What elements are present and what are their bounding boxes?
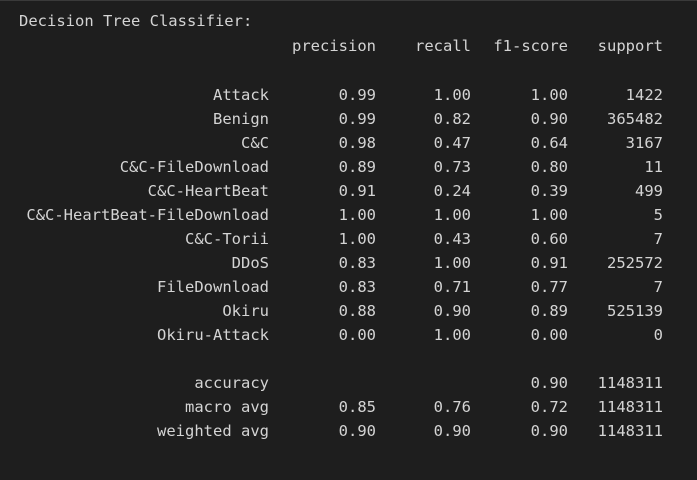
class-label: DDoS [231,254,269,272]
table-row: Attack 0.99 1.00 1.00 1422 [0,83,697,107]
support-value: 252572 [607,254,663,272]
macro-avg-f1: 0.72 [530,398,568,416]
support-value: 1422 [625,86,663,104]
f1-value: 0.64 [530,134,568,152]
weighted-avg-precision: 0.90 [338,422,376,440]
precision-value: 0.99 [338,110,376,128]
class-label: C&C-HeartBeat-FileDownload [26,206,269,224]
f1-value: 1.00 [530,206,568,224]
recall-value: 1.00 [433,86,471,104]
macro-avg-support: 1148311 [597,398,663,416]
weighted-avg-f1: 0.90 [530,422,568,440]
macro-avg-row: macro avg 0.85 0.76 0.72 1148311 [0,395,697,419]
weighted-avg-label: weighted avg [157,422,269,440]
table-row: FileDownload 0.83 0.71 0.77 7 [0,275,697,299]
weighted-avg-row: weighted avg 0.90 0.90 0.90 1148311 [0,419,697,443]
notebook-output-cell: Decision Tree Classifier: precision reca… [0,0,697,480]
recall-value: 0.82 [433,110,471,128]
macro-avg-recall: 0.76 [433,398,471,416]
support-value: 7 [653,230,663,248]
class-label: Okiru-Attack [157,326,269,344]
f1-value: 0.00 [530,326,568,344]
recall-value: 1.00 [433,206,471,224]
precision-value: 0.91 [338,182,376,200]
recall-value: 1.00 [433,254,471,272]
table-row: Benign 0.99 0.82 0.90 365482 [0,107,697,131]
precision-value: 0.89 [338,158,376,176]
f1-value: 0.91 [530,254,568,272]
accuracy-support-value: 1148311 [597,374,663,392]
precision-value: 0.83 [338,278,376,296]
header-precision: precision [292,37,376,55]
report-title: Decision Tree Classifier: [19,12,253,30]
recall-value: 1.00 [433,326,471,344]
class-label: Okiru [222,302,269,320]
support-value: 7 [653,278,663,296]
table-row: C&C-HeartBeat-FileDownload 1.00 1.00 1.0… [0,203,697,227]
f1-value: 0.90 [530,110,568,128]
table-row: Okiru-Attack 0.00 1.00 0.00 0 [0,323,697,347]
macro-avg-label: macro avg [185,398,269,416]
accuracy-row: accuracy 0.90 1148311 [0,371,697,395]
recall-value: 0.73 [433,158,471,176]
table-row: C&C 0.98 0.47 0.64 3167 [0,131,697,155]
class-label: C&C-FileDownload [119,158,269,176]
precision-value: 1.00 [338,230,376,248]
weighted-avg-support: 1148311 [597,422,663,440]
class-label: C&C [241,134,269,152]
weighted-avg-recall: 0.90 [433,422,471,440]
accuracy-label: accuracy [194,374,269,392]
precision-value: 0.88 [338,302,376,320]
support-value: 525139 [607,302,663,320]
f1-value: 0.89 [530,302,568,320]
precision-value: 0.83 [338,254,376,272]
recall-value: 0.43 [433,230,471,248]
table-row: DDoS 0.83 1.00 0.91 252572 [0,251,697,275]
recall-value: 0.71 [433,278,471,296]
table-row: C&C-HeartBeat 0.91 0.24 0.39 499 [0,179,697,203]
class-label: FileDownload [157,278,269,296]
f1-value: 0.39 [530,182,568,200]
support-value: 499 [635,182,663,200]
support-value: 11 [644,158,663,176]
support-value: 365482 [607,110,663,128]
precision-value: 0.99 [338,86,376,104]
precision-value: 0.98 [338,134,376,152]
support-value: 5 [653,206,663,224]
f1-value: 0.80 [530,158,568,176]
support-value: 0 [653,326,663,344]
class-label: Attack [213,86,269,104]
table-row: C&C-FileDownload 0.89 0.73 0.80 11 [0,155,697,179]
table-header-row: precision recall f1-score support [0,34,697,58]
precision-value: 1.00 [338,206,376,224]
class-label: C&C-Torii [185,230,269,248]
header-support: support [597,37,663,55]
header-f1-score: f1-score [493,37,568,55]
table-row: C&C-Torii 1.00 0.43 0.60 7 [0,227,697,251]
f1-value: 0.77 [530,278,568,296]
class-label: C&C-HeartBeat [147,182,269,200]
header-recall: recall [415,37,471,55]
macro-avg-precision: 0.85 [338,398,376,416]
class-label: Benign [213,110,269,128]
accuracy-f1-value: 0.90 [530,374,568,392]
f1-value: 0.60 [530,230,568,248]
recall-value: 0.24 [433,182,471,200]
precision-value: 0.00 [338,326,376,344]
table-row: Okiru 0.88 0.90 0.89 525139 [0,299,697,323]
support-value: 3167 [625,134,663,152]
f1-value: 1.00 [530,86,568,104]
recall-value: 0.90 [433,302,471,320]
recall-value: 0.47 [433,134,471,152]
